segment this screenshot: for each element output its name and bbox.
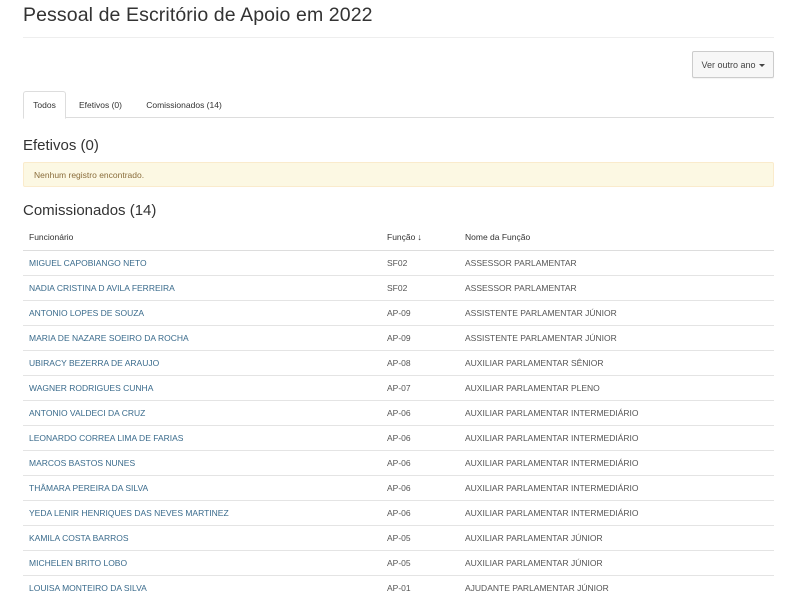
table-row: LEONARDO CORREA LIMA DE FARIAS AP-06 AUXIL… bbox=[23, 424, 774, 450]
function-name: AUXILIAR PARLAMENTAR INTERMEDIÁRIO bbox=[459, 474, 774, 500]
tab-efetivos-label: Efetivos (0) bbox=[79, 99, 122, 110]
table-row: ANTONIO LOPES DE SOUZA AP-09 ASSISTENTE PA… bbox=[23, 299, 774, 325]
function-name: AUXILIAR PARLAMENTAR PLENO bbox=[459, 374, 774, 400]
tab-efetivos[interactable]: Efetivos (0) bbox=[68, 91, 133, 118]
employee-name-link[interactable]: ANTONIO VALDECI DA CRUZ bbox=[23, 399, 381, 425]
function-name: ASSESSOR PARLAMENTAR bbox=[459, 274, 774, 300]
function-code: SF02 bbox=[381, 249, 459, 275]
other-year-button-label: Ver outro ano bbox=[701, 59, 756, 70]
employee-name-link[interactable]: MICHELEN BRITO LOBO bbox=[23, 549, 381, 575]
function-code: AP-07 bbox=[381, 374, 459, 400]
function-code: AP-06 bbox=[381, 449, 459, 475]
title-divider bbox=[23, 37, 774, 38]
function-name: AUXILIAR PARLAMENTAR INTERMEDIÁRIO bbox=[459, 399, 774, 425]
employee-name-link[interactable]: LOUISA MONTEIRO DA SILVA bbox=[23, 574, 381, 600]
employee-name-link[interactable]: MARCOS BASTOS NUNES bbox=[23, 449, 381, 475]
employee-name-link[interactable]: WAGNER RODRIGUES CUNHA bbox=[23, 374, 381, 400]
tab-comissionados-label: Comissionados (14) bbox=[146, 99, 222, 110]
sort-descending-icon: ↓ bbox=[417, 232, 422, 243]
function-code: SF02 bbox=[381, 274, 459, 300]
table-row: MICHELEN BRITO LOBO AP-05 AUXILIAR PARLAME… bbox=[23, 549, 774, 575]
function-name: ASSISTENTE PARLAMENTAR JÚNIOR bbox=[459, 299, 774, 325]
function-code: AP-05 bbox=[381, 549, 459, 575]
column-header-funcionario-label: Funcionário bbox=[29, 232, 74, 243]
function-name: AUXILIAR PARLAMENTAR JÚNIOR bbox=[459, 524, 774, 550]
column-header-funcao[interactable]: Função ↓ bbox=[381, 225, 459, 251]
table-row: ANTONIO VALDECI DA CRUZ AP-06 AUXILIAR PAR… bbox=[23, 399, 774, 425]
tab-bar: Todos Efetivos (0) Comissionados (14) bbox=[23, 91, 774, 119]
function-code: AP-06 bbox=[381, 474, 459, 500]
table-row: KAMILA COSTA BARROS AP-05 AUXILIAR PARLAME… bbox=[23, 524, 774, 550]
table-row: WAGNER RODRIGUES CUNHA AP-07 AUXILIAR PARL… bbox=[23, 374, 774, 400]
function-name: ASSESSOR PARLAMENTAR bbox=[459, 249, 774, 275]
table-row: MIGUEL CAPOBIANGO NETO SF02 ASSESSOR PARLA… bbox=[23, 249, 774, 275]
comissionados-table: Funcionário Função ↓ Nome da Função MIGUE… bbox=[23, 225, 774, 600]
employee-name-link[interactable]: NADIA CRISTINA D AVILA FERREIRA bbox=[23, 274, 381, 300]
comissionados-heading: Comissionados (14) bbox=[23, 202, 157, 219]
empty-alert: Nenhum registro encontrado. bbox=[23, 162, 774, 187]
table-row: MARCOS BASTOS NUNES AP-06 AUXILIAR PARLAME… bbox=[23, 449, 774, 475]
function-code: AP-06 bbox=[381, 399, 459, 425]
function-code: AP-06 bbox=[381, 424, 459, 450]
function-code: AP-09 bbox=[381, 299, 459, 325]
table-row: MARIA DE NAZARE SOEIRO DA ROCHA AP-09 ASSI… bbox=[23, 324, 774, 350]
function-name: AUXILIAR PARLAMENTAR INTERMEDIÁRIO bbox=[459, 424, 774, 450]
function-name: AUXILIAR PARLAMENTAR JÚNIOR bbox=[459, 549, 774, 575]
employee-name-link[interactable]: THÂMARA PEREIRA DA SILVA bbox=[23, 474, 381, 500]
function-name: ASSISTENTE PARLAMENTAR JÚNIOR bbox=[459, 324, 774, 350]
function-code: AP-06 bbox=[381, 499, 459, 525]
employee-name-link[interactable]: MIGUEL CAPOBIANGO NETO bbox=[23, 249, 381, 275]
tab-todos-label: Todos bbox=[33, 100, 56, 110]
employee-name-link[interactable]: ANTONIO LOPES DE SOUZA bbox=[23, 299, 381, 325]
function-name: AJUDANTE PARLAMENTAR JÚNIOR bbox=[459, 574, 774, 600]
other-year-dropdown-button[interactable]: Ver outro ano bbox=[692, 51, 774, 78]
tab-todos[interactable]: Todos bbox=[23, 91, 66, 119]
function-code: AP-01 bbox=[381, 574, 459, 600]
function-name: AUXILIAR PARLAMENTAR INTERMEDIÁRIO bbox=[459, 499, 774, 525]
employee-name-link[interactable]: YEDA LENIR HENRIQUES DAS NEVES MARTINEZ bbox=[23, 499, 381, 525]
table-row: LOUISA MONTEIRO DA SILVA AP-01 AJUDANTE PA… bbox=[23, 574, 774, 600]
function-code: AP-09 bbox=[381, 324, 459, 350]
function-name: AUXILIAR PARLAMENTAR INTERMEDIÁRIO bbox=[459, 449, 774, 475]
table-row: YEDA LENIR HENRIQUES DAS NEVES MARTINEZ A… bbox=[23, 499, 774, 525]
column-header-funcao-label: Função bbox=[387, 232, 416, 243]
column-header-funcionario[interactable]: Funcionário bbox=[23, 225, 381, 251]
caret-down-icon bbox=[758, 63, 765, 67]
table-header-row: Funcionário Função ↓ Nome da Função bbox=[23, 225, 774, 251]
empty-alert-text: Nenhum registro encontrado. bbox=[34, 169, 145, 180]
column-header-nome-funcao[interactable]: Nome da Função bbox=[459, 225, 774, 251]
function-code: AP-05 bbox=[381, 524, 459, 550]
page-title: Pessoal de Escritório de Apoio em 2022 bbox=[23, 4, 373, 26]
column-header-nome-funcao-label: Nome da Função bbox=[465, 232, 531, 243]
table-row: THÂMARA PEREIRA DA SILVA AP-06 AUXILIAR PA… bbox=[23, 474, 774, 500]
table-row: NADIA CRISTINA D AVILA FERREIRA SF02 ASSES… bbox=[23, 274, 774, 300]
function-name: AUXILIAR PARLAMENTAR SÊNIOR bbox=[459, 349, 774, 375]
efetivos-heading: Efetivos (0) bbox=[23, 137, 99, 154]
employee-name-link[interactable]: LEONARDO CORREA LIMA DE FARIAS bbox=[23, 424, 381, 450]
employee-name-link[interactable]: MARIA DE NAZARE SOEIRO DA ROCHA bbox=[23, 324, 381, 350]
function-code: AP-08 bbox=[381, 349, 459, 375]
employee-name-link[interactable]: UBIRACY BEZERRA DE ARAUJO bbox=[23, 349, 381, 375]
tab-comissionados[interactable]: Comissionados (14) bbox=[135, 91, 233, 118]
table-row: UBIRACY BEZERRA DE ARAUJO AP-08 AUXILIAR P… bbox=[23, 349, 774, 375]
employee-name-link[interactable]: KAMILA COSTA BARROS bbox=[23, 524, 381, 550]
